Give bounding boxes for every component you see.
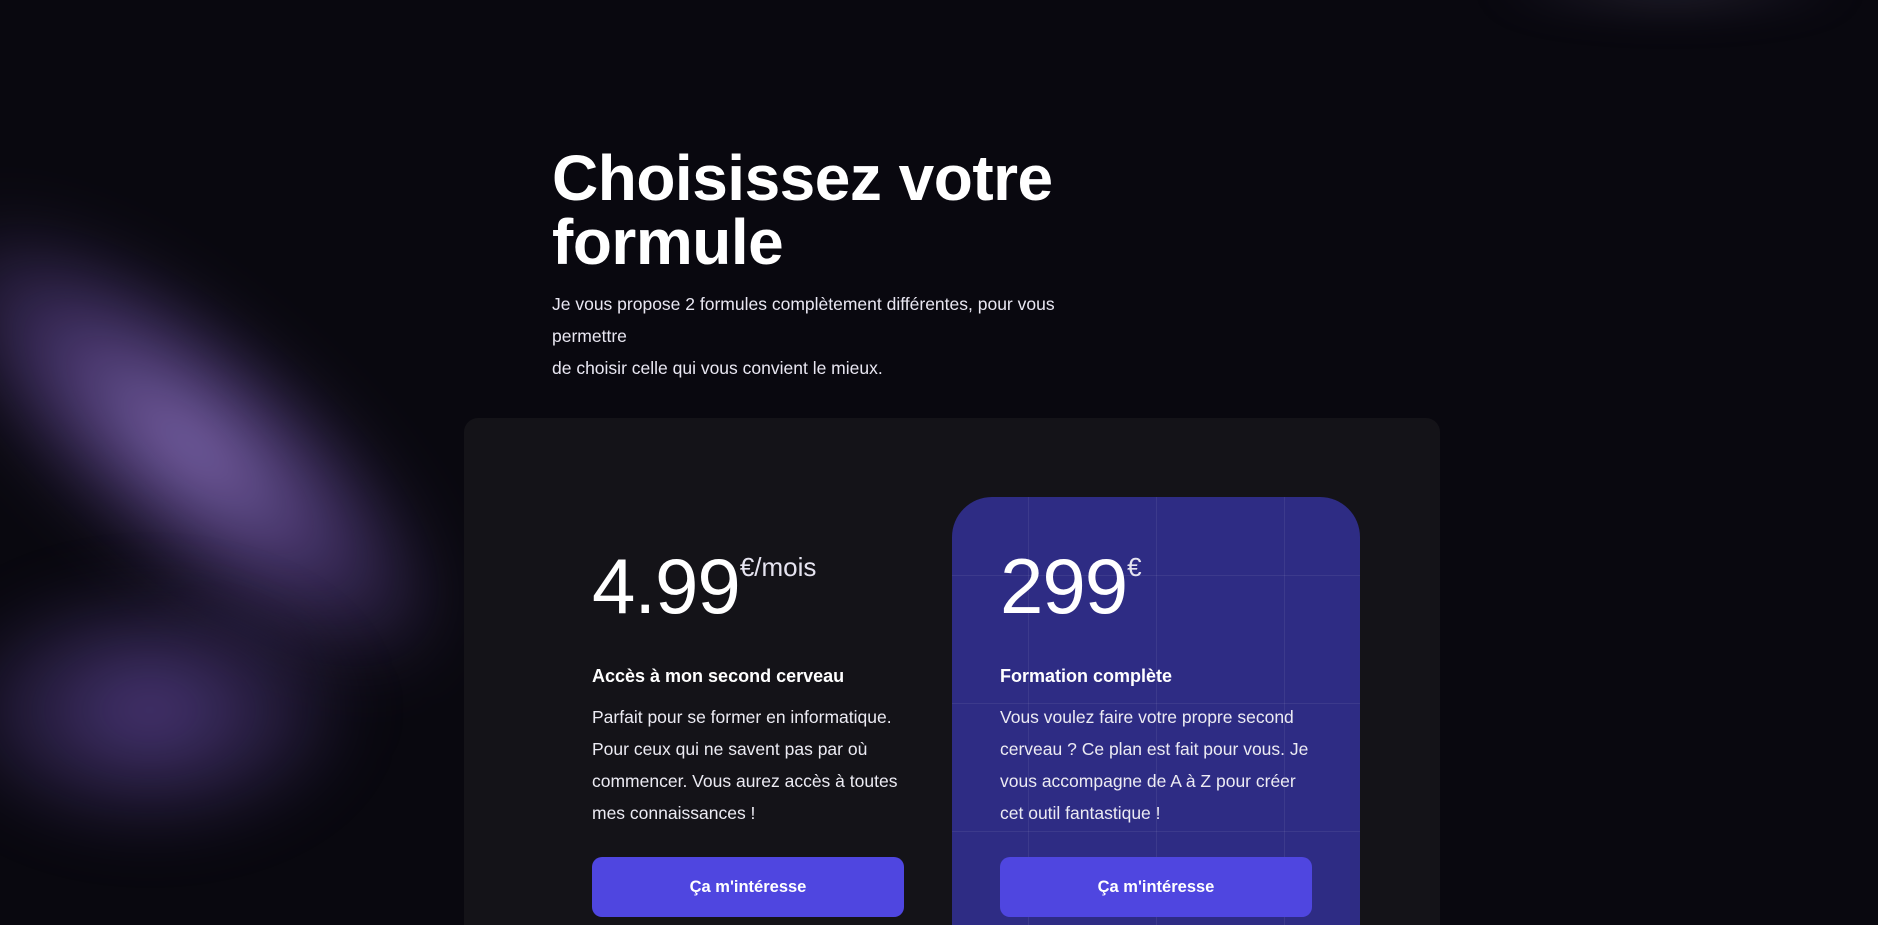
background-glow-secondary bbox=[0, 580, 360, 840]
title-line-1: Choisissez votre bbox=[552, 142, 1053, 214]
plan-description-line: cet outil fantastique ! bbox=[1000, 803, 1161, 823]
page-title: Choisissez votre formule bbox=[552, 146, 1152, 274]
pricing-header: Choisissez votre formule Je vous propose… bbox=[552, 146, 1152, 384]
plan-price: 299 bbox=[1000, 542, 1128, 630]
plan-description-line: Pour ceux qui ne savent pas par où bbox=[592, 739, 868, 759]
price-suffix: € bbox=[1127, 552, 1142, 582]
plan-name: Accès à mon second cerveau bbox=[592, 666, 845, 686]
background-glow-top bbox=[1480, 0, 1860, 20]
plan-name: Formation complète bbox=[1000, 666, 1173, 686]
page-subtitle: Je vous propose 2 formules complètement … bbox=[552, 288, 1132, 384]
plan-description-line: cerveau ? Ce plan est fait pour vous. Je bbox=[1000, 739, 1309, 759]
pricing-page: Choisissez votre formule Je vous propose… bbox=[0, 0, 1878, 925]
price-suffix: €/mois bbox=[739, 552, 817, 582]
plan-description-line: vous accompagne de A à Z pour créer bbox=[1000, 771, 1296, 791]
price-row: 4.99 €/mois bbox=[592, 544, 912, 628]
plan-description: Vous voulez faire votre propre second ce… bbox=[1000, 701, 1320, 829]
plan-monthly-cta-button[interactable]: Ça m'intéresse bbox=[592, 857, 904, 917]
subtitle-line-1: Je vous propose 2 formules complètement … bbox=[552, 294, 1055, 346]
plan-description-line: mes connaissances ! bbox=[592, 803, 756, 823]
price-row: 299 € bbox=[1000, 544, 1320, 628]
plan-description-line: commencer. Vous aurez accès à toutes bbox=[592, 771, 898, 791]
plan-full-training: 299 € Formation complète Vous voulez fai… bbox=[1000, 544, 1320, 829]
grid-line bbox=[952, 831, 1360, 832]
plan-description-line: Vous voulez faire votre propre second bbox=[1000, 707, 1294, 727]
plan-monthly: 4.99 €/mois Accès à mon second cerveau P… bbox=[592, 544, 912, 829]
title-line-2: formule bbox=[552, 206, 784, 278]
plan-full-training-cta-button[interactable]: Ça m'intéresse bbox=[1000, 857, 1312, 917]
plan-price: 4.99 bbox=[592, 542, 741, 630]
plan-description-line: Parfait pour se former en informatique. bbox=[592, 707, 892, 727]
subtitle-line-2: de choisir celle qui vous convient le mi… bbox=[552, 358, 883, 378]
plan-description: Parfait pour se former en informatique. … bbox=[592, 701, 912, 829]
